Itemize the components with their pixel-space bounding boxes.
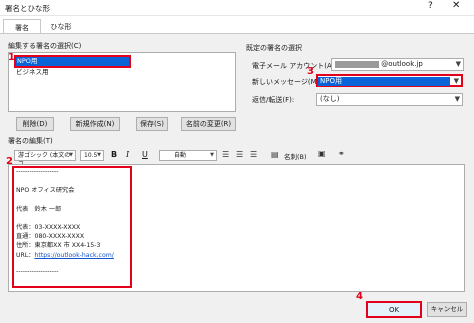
- url-prefix: URL：: [16, 252, 35, 259]
- edit-signature-label: 署名の編集(T): [8, 137, 53, 145]
- annotation-box-1: [14, 55, 131, 68]
- window-title: 署名とひな形: [5, 4, 50, 13]
- annotation-badge-1: 1: [8, 52, 15, 63]
- annotation-badge-4: 4: [356, 291, 363, 302]
- website-link[interactable]: https://outlook-hack.com/: [34, 252, 113, 259]
- cancel-button[interactable]: キャンセル: [427, 302, 467, 317]
- signature-line-direct: 直通：080-XXXX-XXXX: [16, 233, 85, 240]
- new-message-label: 新しいメッセージ(M):: [252, 78, 322, 86]
- chevron-down-icon: ▼: [454, 95, 460, 103]
- select-signature-label: 編集する署名の選択(C): [8, 42, 82, 50]
- new-message-dropdown[interactable]: NPO用 ▼: [316, 74, 463, 87]
- signature-line-separator-bottom: -------------------: [16, 268, 59, 275]
- new-button[interactable]: 新規作成(N): [70, 117, 120, 131]
- signature-line-separator-top: -------------------: [16, 168, 59, 175]
- default-signature-group-label: 既定の署名の選択: [246, 44, 302, 52]
- delete-button[interactable]: 削除(D): [16, 117, 54, 131]
- signature-line-name: 代表 鈴木 一郎: [16, 206, 62, 213]
- new-message-value: NPO用: [318, 77, 450, 86]
- chevron-down-icon: ▼: [97, 152, 101, 158]
- tab-signature[interactable]: 署名: [3, 19, 41, 34]
- font-size-dropdown[interactable]: 10.5 ▼: [80, 150, 104, 161]
- tab-stationery[interactable]: ひな形: [43, 19, 79, 34]
- bold-button[interactable]: B: [111, 150, 117, 159]
- annotation-badge-3: 3: [307, 66, 314, 77]
- ok-button[interactable]: OK: [366, 301, 422, 318]
- account-dropdown[interactable]: @outlook.jp ▼: [331, 58, 464, 71]
- signature-line-org: NPO オフィス研究会: [16, 187, 75, 194]
- business-card-icon[interactable]: ▤: [271, 150, 279, 159]
- redacted-block: [335, 60, 379, 68]
- align-right-icon[interactable]: ☰: [250, 150, 257, 159]
- align-center-icon[interactable]: ☰: [236, 150, 243, 159]
- chevron-down-icon: ▼: [453, 77, 459, 85]
- chevron-down-icon: ▼: [69, 152, 73, 158]
- signature-line-address: 住所：東京都XX 市 XX4-15-3: [16, 242, 101, 249]
- account-label: 電子メール アカウント(A):: [252, 62, 337, 70]
- italic-button[interactable]: I: [126, 150, 129, 159]
- reply-forward-dropdown[interactable]: (なし) ▼: [316, 93, 463, 106]
- insert-picture-icon[interactable]: ▣: [318, 149, 326, 158]
- insert-hyperlink-icon[interactable]: ⚭: [338, 149, 345, 158]
- business-card-button[interactable]: 名刺(B): [284, 151, 307, 161]
- signature-line-phone: 代表：03-XXXX-XXXX: [16, 224, 81, 231]
- align-left-icon[interactable]: ☰: [222, 150, 229, 159]
- font-color-value: 自動: [174, 152, 187, 159]
- close-icon[interactable]: ✕: [452, 0, 460, 11]
- chevron-down-icon: ▼: [210, 152, 214, 158]
- save-button[interactable]: 保存(S): [136, 117, 168, 131]
- title-bar: [0, 0, 474, 16]
- tab-strip: 署名 ひな形: [0, 19, 474, 34]
- reply-forward-label: 返信/転送(F):: [252, 96, 295, 104]
- help-icon[interactable]: ?: [428, 1, 433, 11]
- signature-line-url: URL：https://outlook-hack.com/: [16, 250, 114, 259]
- underline-button[interactable]: U: [142, 150, 148, 159]
- chevron-down-icon: ▼: [455, 60, 461, 68]
- reply-forward-value: (なし): [320, 95, 340, 103]
- rename-button[interactable]: 名前の変更(R): [181, 117, 236, 131]
- font-color-dropdown[interactable]: 自動 ▼: [159, 150, 217, 161]
- annotation-badge-2: 2: [6, 156, 13, 167]
- font-size-value: 10.5: [84, 152, 98, 159]
- font-family-dropdown[interactable]: 游ゴシック (本文のフ ▼: [14, 150, 76, 168]
- account-value: @outlook.jp: [381, 60, 423, 68]
